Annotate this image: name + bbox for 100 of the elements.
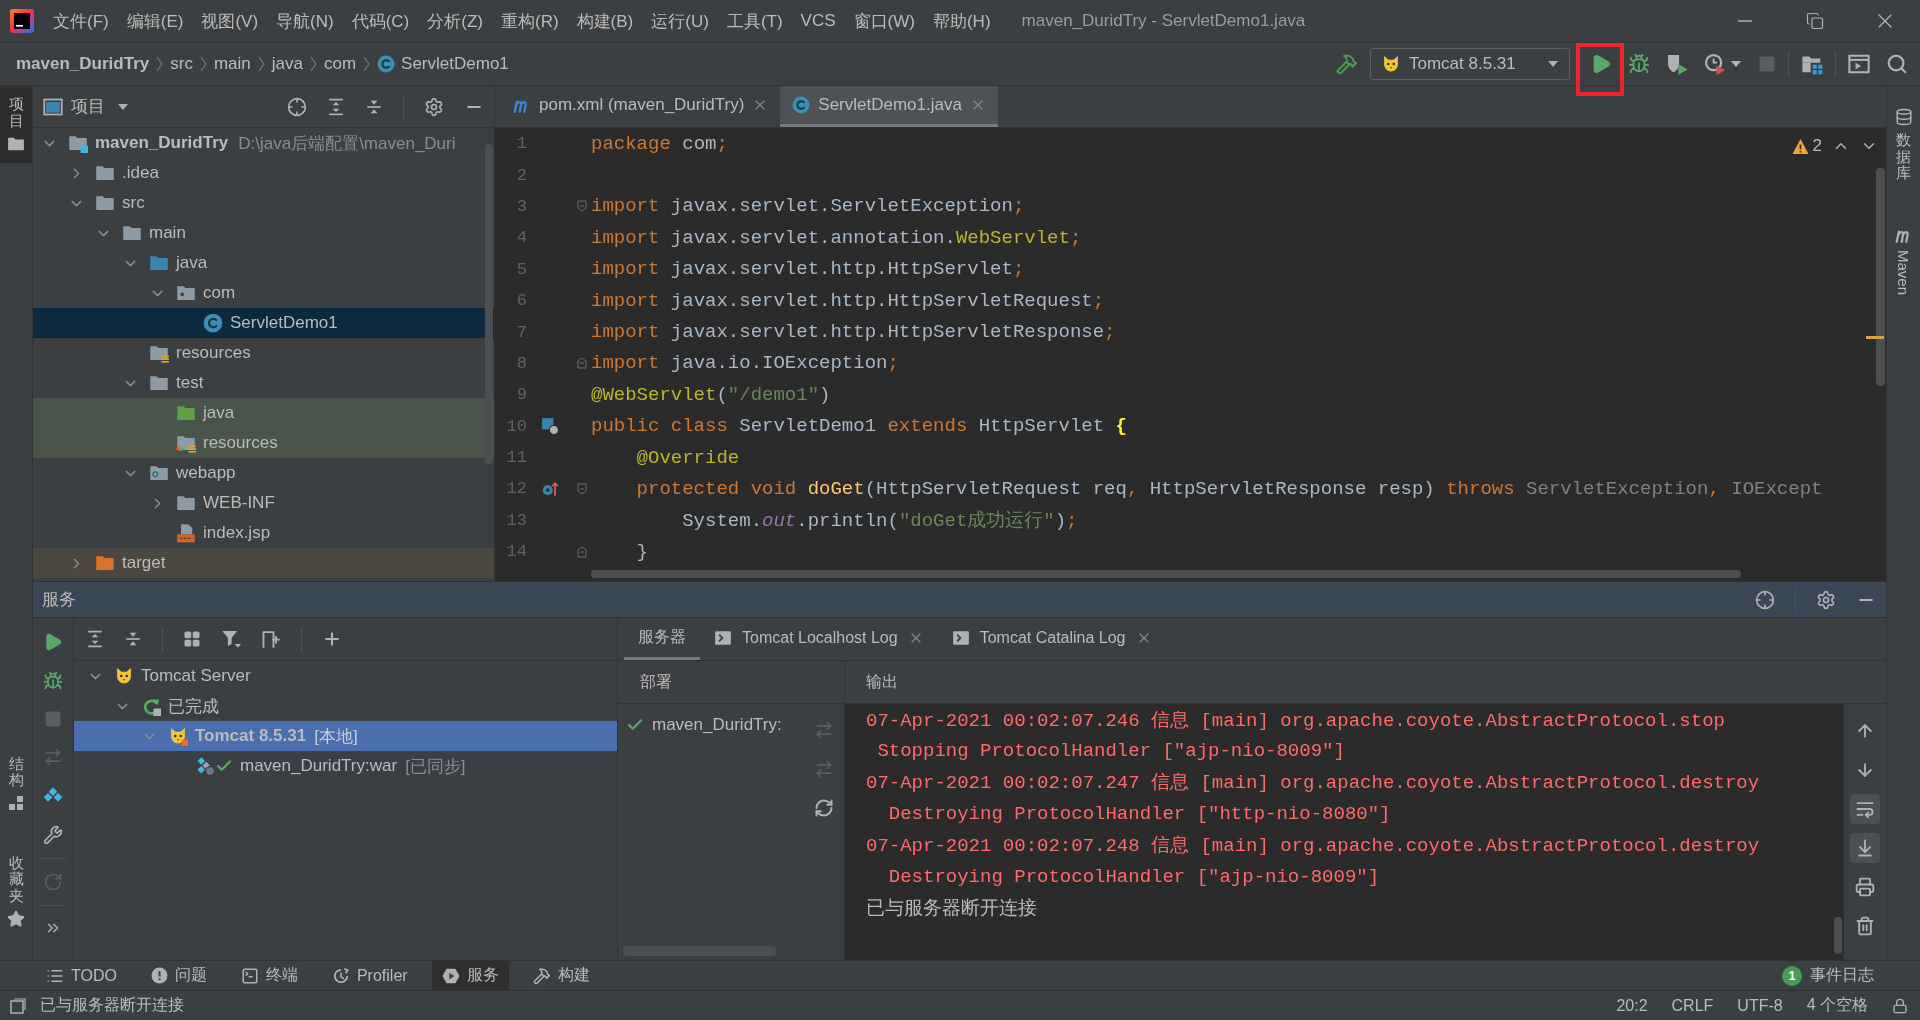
menu-item[interactable]: 窗口(W)	[844, 5, 924, 37]
tree-item[interactable]: Tomcat 8.5.31 [本地]	[74, 721, 617, 751]
menu-item[interactable]: 运行(U)	[642, 5, 718, 37]
collapse-all-icon[interactable]	[124, 630, 142, 648]
fold-marker-icon[interactable]	[577, 200, 587, 213]
tool-window-tab[interactable]: 问题	[140, 961, 217, 990]
breadcrumb-item[interactable]: src	[170, 54, 193, 74]
tree-item[interactable]: main	[33, 218, 494, 248]
bug-icon[interactable]	[1628, 53, 1650, 75]
refresh-icon[interactable]	[814, 798, 834, 818]
breadcrumb-item[interactable]: ServletDemo1	[377, 54, 509, 74]
menu-item[interactable]: 构建(B)	[567, 5, 643, 37]
crosshair-icon[interactable]	[1755, 589, 1775, 610]
shield-play-icon[interactable]	[1666, 53, 1688, 75]
arrow-up-icon[interactable]	[1855, 721, 1875, 741]
tree-item[interactable]: target	[33, 548, 494, 578]
log-line: Stopping ProtocolHandler ["ajp-nio-8009"]	[876, 740, 1345, 763]
menu-item[interactable]: VCS	[791, 5, 845, 37]
bug-icon[interactable]	[43, 671, 63, 691]
search-icon[interactable]	[1886, 53, 1908, 75]
menu-item[interactable]: 文件(F)	[44, 5, 118, 37]
tree-item[interactable]: maven_DuridTry:war [已同步]	[74, 751, 617, 781]
tree-item[interactable]: src	[33, 188, 494, 218]
breadcrumb-item[interactable]: main	[213, 54, 251, 74]
tool-window-tab[interactable]: 数据库	[1887, 98, 1920, 192]
breadcrumb-item[interactable]: java	[271, 54, 303, 74]
menu-item[interactable]: 帮助(H)	[923, 5, 1000, 37]
editor-tab[interactable]: pom.xml (maven_DuridTry)	[501, 86, 781, 127]
scrollbar-thumb[interactable]	[1834, 917, 1842, 954]
tool-window-tab[interactable]: 收藏夹	[0, 844, 32, 938]
line-number: 4	[516, 228, 527, 248]
grid-icon[interactable]	[183, 630, 201, 648]
tree-item-note: [已同步]	[405, 755, 466, 778]
fold-marker-icon[interactable]	[577, 357, 587, 370]
panel-tab[interactable]: Tomcat Localhost Log	[700, 618, 938, 660]
circle-arrow-up-icon[interactable]	[541, 480, 559, 498]
tool-window-tab[interactable]: 终端	[230, 961, 308, 990]
breadcrumb-item[interactable]: com	[323, 54, 357, 74]
status-item[interactable]: CRLF	[1671, 996, 1714, 1015]
tree-item[interactable]: .idea	[33, 158, 494, 188]
run-configuration-dropdown[interactable]: Tomcat 8.5.31	[1370, 48, 1570, 80]
tool-window-tab[interactable]: Profiler	[321, 961, 418, 990]
warning-count[interactable]: 2	[1812, 136, 1822, 156]
tool-window-tab[interactable]: TODO	[36, 961, 127, 990]
menu-item[interactable]: 代码(C)	[342, 5, 419, 37]
status-item[interactable]: UTF-8	[1737, 996, 1783, 1015]
settings-icon[interactable]	[1816, 589, 1836, 610]
code-line: import javax.servlet.http.HttpServletResponse;	[591, 321, 1116, 344]
caret-down-icon[interactable]	[1730, 60, 1742, 68]
deployment-item[interactable]: maven_DuridTry:	[618, 710, 804, 740]
folder-grid-icon[interactable]	[1801, 53, 1823, 75]
trash-icon[interactable]	[1855, 916, 1875, 936]
code-line: @WebServlet("/demo1")	[591, 383, 831, 406]
clock-play-icon[interactable]	[1704, 53, 1726, 75]
tool-window-tab[interactable]: Maven	[1887, 215, 1920, 305]
panel-tab[interactable]: Tomcat Catalina Log	[937, 618, 1166, 660]
expand-all-icon[interactable]	[86, 630, 104, 648]
panel-tab[interactable]: 服务器	[624, 618, 700, 660]
chevron-right-icon	[363, 56, 371, 72]
menu-item[interactable]: 导航(N)	[267, 5, 343, 37]
tool-window-tab[interactable]: 构建	[522, 961, 600, 990]
filter-icon[interactable]	[221, 629, 241, 649]
wrench-icon[interactable]	[43, 825, 63, 845]
add-icon[interactable]	[322, 629, 342, 649]
crosshair-icon[interactable]	[287, 96, 307, 117]
tool-window-tab[interactable]: 项目	[0, 86, 32, 163]
breadcrumb-item[interactable]: maven_DuridTry	[16, 54, 150, 74]
scrollbar-thumb[interactable]	[591, 570, 1741, 578]
arrow-down-icon[interactable]	[1855, 760, 1875, 780]
status-item[interactable]: 20:2	[1616, 996, 1648, 1015]
menu-item[interactable]: 视图(V)	[192, 5, 268, 37]
scrollbar-thumb[interactable]	[1876, 168, 1885, 386]
line-number: 10	[506, 416, 527, 436]
square-circle-icon[interactable]	[541, 417, 559, 436]
tree-item[interactable]: maven_DuridTry D:\java后端配置\maven_Duri	[33, 128, 494, 158]
view-dropdown[interactable]: 项目	[71, 95, 129, 118]
tab-plus-icon[interactable]	[261, 629, 281, 649]
settings-icon[interactable]	[424, 96, 444, 117]
printer-icon[interactable]	[1855, 877, 1875, 897]
menu-item[interactable]: 分析(Z)	[418, 5, 492, 37]
play-icon[interactable]	[43, 632, 63, 652]
status-item[interactable]: 4 个空格	[1806, 995, 1868, 1016]
menu-item[interactable]: 编辑(E)	[117, 5, 193, 37]
tool-window-tab[interactable]: 服务	[431, 961, 509, 990]
editor-tab[interactable]: ServletDemo1.java	[780, 86, 998, 127]
fold-marker-icon[interactable]	[577, 545, 587, 558]
restore-icon[interactable]	[1806, 12, 1824, 30]
tree-item[interactable]: Tomcat Server	[74, 661, 617, 691]
expand-all-icon[interactable]	[327, 97, 345, 116]
menu-item[interactable]: 重构(R)	[492, 5, 568, 37]
wrap-text-icon[interactable]	[1850, 794, 1880, 824]
menu-item[interactable]: 工具(T)	[717, 5, 792, 37]
fold-marker-icon[interactable]	[577, 483, 587, 495]
tree-item[interactable]: 已完成	[74, 691, 617, 721]
hammer-icon[interactable]	[1336, 53, 1358, 75]
window-play-icon[interactable]	[1848, 53, 1870, 75]
scrollbar-thumb[interactable]	[485, 144, 493, 464]
tool-window-tab[interactable]: 结构	[0, 745, 32, 821]
event-log-button[interactable]: 事件日志	[1810, 965, 1874, 986]
lock-icon[interactable]	[1892, 997, 1908, 1014]
